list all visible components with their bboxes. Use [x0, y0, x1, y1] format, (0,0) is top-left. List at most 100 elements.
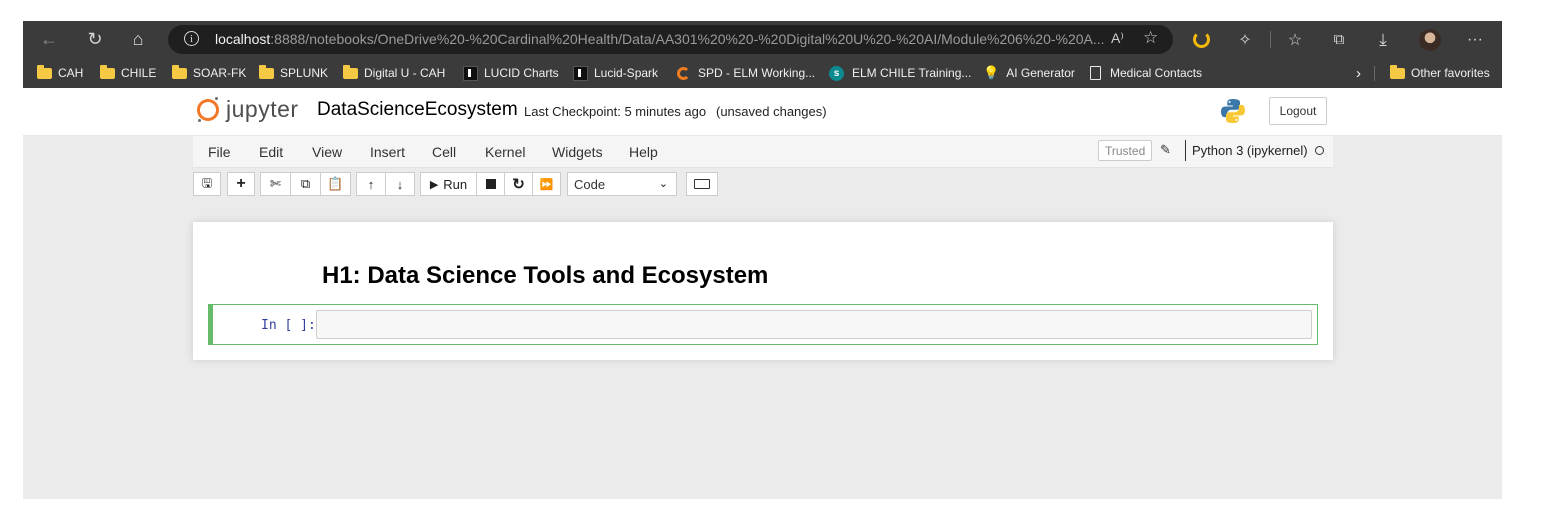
menu-edit[interactable]: Edit	[259, 144, 283, 160]
more-options-icon[interactable]: ···	[1461, 21, 1489, 58]
avatar-image	[1419, 28, 1441, 51]
bookmark-elm-chile[interactable]: s ELM CHILE Training...	[829, 58, 971, 88]
folder-icon	[1390, 64, 1405, 79]
favorites-icon[interactable]: ☆	[1281, 21, 1309, 58]
arrow-up-icon: ↑	[367, 176, 375, 192]
chevron-right-icon[interactable]: ›	[1356, 58, 1361, 88]
kernel-name[interactable]: Python 3 (ipykernel)	[1185, 140, 1308, 161]
browser-window: ← ↻ ⌂ i localhost:8888/notebooks/OneDriv…	[23, 21, 1502, 499]
other-favorites[interactable]: Other favorites	[1390, 58, 1490, 88]
refresh-icon[interactable]: ↻	[81, 21, 109, 58]
jupyter-logo-icon	[197, 96, 219, 123]
bookmark-chile[interactable]: CHILE	[100, 58, 156, 88]
move-up-button[interactable]: ↑	[356, 172, 386, 196]
notebook-menubar: File Edit View Insert Cell Kernel Widget…	[193, 136, 1333, 168]
bookmark-cah[interactable]: CAH	[37, 58, 83, 88]
code-cell[interactable]: In [ ]:	[208, 304, 1318, 345]
paste-button[interactable]: 📋	[320, 172, 351, 196]
logout-button[interactable]: Logout	[1269, 97, 1327, 125]
menu-view[interactable]: View	[312, 144, 342, 160]
url-text[interactable]: localhost:8888/notebooks/OneDrive%20-%20…	[215, 31, 1105, 47]
folder-icon	[172, 64, 187, 79]
collections-icon[interactable]: ⧉	[1325, 21, 1353, 58]
bookmark-medical-contacts[interactable]: Medical Contacts	[1090, 58, 1202, 88]
bookmarks-bar: CAH CHILE SOAR-FK SPLUNK Digital U - CAH…	[23, 58, 1502, 88]
fast-forward-icon: ⏩	[539, 178, 554, 191]
logo-dot	[198, 118, 201, 122]
interrupt-button[interactable]	[476, 172, 505, 196]
copy-icon: ⧉	[300, 176, 311, 191]
command-palette-button[interactable]	[686, 172, 718, 196]
menu-insert[interactable]: Insert	[370, 144, 405, 160]
cell-type-select[interactable]: Code ⌄	[567, 172, 677, 196]
notebook-container: H1: Data Science Tools and Ecosystem In …	[193, 222, 1333, 360]
play-icon: ▶	[429, 178, 439, 191]
extension-icon[interactable]	[1187, 21, 1215, 58]
site-info-icon[interactable]: i	[184, 31, 199, 46]
notebook-toolbar: 🖫 + ✄ ⧉ 📋 ↑ ↓ ▶ Run ↻ ⏩ Code ⌄	[193, 172, 1333, 199]
jupyter-logo[interactable]: jupyter	[197, 96, 299, 123]
restart-run-all-button[interactable]: ⏩	[532, 172, 561, 196]
browser-toolbar: ← ↻ ⌂ i localhost:8888/notebooks/OneDriv…	[23, 21, 1502, 58]
notebook-title[interactable]: DataScienceEcosystem	[317, 99, 518, 121]
read-aloud-icon[interactable]: A⁾	[1111, 30, 1124, 47]
logo-arc-top	[197, 98, 219, 110]
checkpoint-status: Last Checkpoint: 5 minutes ago	[524, 104, 707, 119]
add-favorite-icon[interactable]: ☆	[1143, 28, 1158, 48]
folder-icon	[259, 64, 274, 79]
paste-icon: 📋	[327, 176, 344, 191]
arrow-down-icon: ↓	[396, 176, 404, 192]
sharepoint-icon: s	[829, 65, 844, 81]
chevron-down-icon: ⌄	[658, 178, 668, 190]
bookmark-spd-elm[interactable]: SPD - ELM Working...	[677, 58, 815, 88]
stop-icon	[485, 179, 496, 189]
move-down-button[interactable]: ↓	[385, 172, 415, 196]
folder-icon	[37, 64, 52, 79]
save-button[interactable]: 🖫	[193, 172, 221, 196]
unsaved-changes: (unsaved changes)	[716, 104, 827, 119]
extensions-puzzle-icon[interactable]: ✧	[1231, 21, 1259, 58]
home-icon[interactable]: ⌂	[124, 21, 152, 58]
keyboard-icon	[694, 179, 710, 189]
scissors-icon: ✄	[270, 176, 281, 191]
copy-button[interactable]: ⧉	[290, 172, 321, 196]
folder-icon	[100, 64, 115, 79]
bookmark-lucid-charts[interactable]: LUCID Charts	[463, 58, 559, 88]
back-arrow-icon[interactable]: ←	[35, 21, 63, 58]
insert-cell-button[interactable]: +	[227, 172, 255, 196]
pencil-icon[interactable]: ✎	[1160, 142, 1171, 158]
bookmark-ai-generator[interactable]: 💡 AI Generator	[983, 58, 1075, 88]
code-input[interactable]	[316, 310, 1312, 339]
bookmark-soar-fk[interactable]: SOAR-FK	[172, 58, 246, 88]
restart-button[interactable]: ↻	[504, 172, 533, 196]
bookmark-lucid-spark[interactable]: Lucid-Spark	[573, 58, 658, 88]
menu-help[interactable]: Help	[629, 144, 658, 160]
menu-widgets[interactable]: Widgets	[552, 144, 603, 160]
address-bar[interactable]: i localhost:8888/notebooks/OneDrive%20-%…	[168, 25, 1173, 54]
python-logo-icon	[1221, 99, 1245, 123]
plus-icon: +	[236, 175, 246, 192]
trusted-badge[interactable]: Trusted	[1098, 140, 1153, 161]
page-icon	[1090, 66, 1101, 80]
bookmark-splunk[interactable]: SPLUNK	[259, 58, 328, 88]
menu-cell[interactable]: Cell	[432, 144, 456, 160]
save-icon: 🖫	[201, 175, 213, 190]
folder-icon	[343, 64, 358, 79]
profile-avatar[interactable]	[1415, 21, 1445, 58]
lucid-icon	[463, 65, 478, 81]
menu-file[interactable]: File	[208, 144, 231, 160]
input-prompt: In [ ]:	[261, 318, 316, 333]
norton-icon	[1192, 31, 1210, 48]
lucid-icon	[573, 65, 588, 81]
cut-button[interactable]: ✄	[260, 172, 291, 196]
logo-dot	[215, 96, 218, 100]
run-button[interactable]: ▶ Run	[420, 172, 477, 196]
bookmark-digital-u[interactable]: Digital U - CAH	[343, 58, 445, 88]
jupyter-header: jupyter DataScienceEcosystem Last Checkp…	[23, 88, 1502, 136]
restart-icon: ↻	[512, 176, 525, 193]
bookmarks-divider	[1374, 66, 1375, 81]
menu-kernel[interactable]: Kernel	[485, 144, 525, 160]
toolbar-divider	[1270, 31, 1271, 48]
markdown-heading[interactable]: H1: Data Science Tools and Ecosystem	[322, 262, 768, 290]
downloads-icon[interactable]: ⤓	[1369, 21, 1397, 58]
